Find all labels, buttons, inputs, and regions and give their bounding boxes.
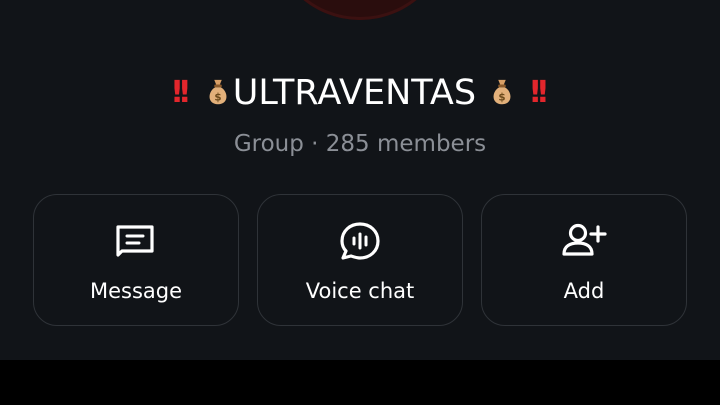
money-bag-icon: $ (493, 79, 511, 105)
message-button-label: Message (89, 279, 183, 303)
group-avatar[interactable] (270, 0, 450, 20)
message-button[interactable]: Message (33, 194, 239, 326)
add-member-button-label: Add (563, 279, 605, 303)
svg-text:$: $ (499, 91, 506, 103)
add-member-button[interactable]: Add (481, 194, 687, 326)
group-info-panel: !! $ ULTRAVENTAS $ !! Group · 285 member… (0, 0, 720, 360)
svg-text:$: $ (214, 91, 221, 103)
group-name: ULTRAVENTAS (232, 73, 477, 113)
double-exclamation-icon: !! (170, 75, 192, 110)
group-title: !! $ ULTRAVENTAS $ !! (0, 70, 720, 116)
action-buttons: Message Voice chat Add (33, 194, 687, 328)
group-subtitle: Group · 285 members (233, 131, 487, 157)
voice-chat-icon (340, 222, 380, 260)
message-icon (116, 225, 154, 257)
voice-chat-button-label: Voice chat (305, 279, 415, 303)
add-member-icon (562, 223, 607, 256)
double-exclamation-icon: !! (528, 75, 550, 110)
voice-chat-button[interactable]: Voice chat (257, 194, 463, 326)
money-bag-icon: $ (209, 79, 227, 105)
